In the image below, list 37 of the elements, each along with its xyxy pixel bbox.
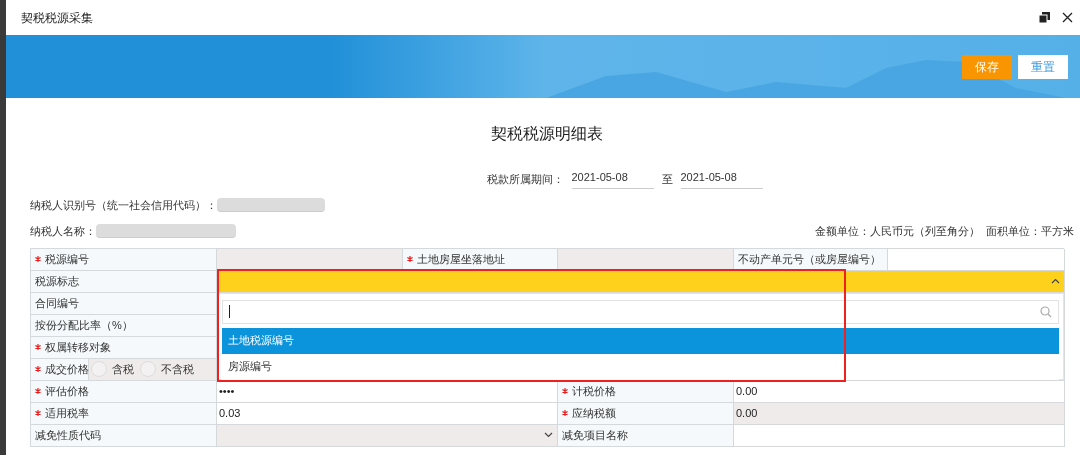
field-label: 适用税率 [31, 402, 217, 425]
restore-icon[interactable] [1039, 12, 1050, 23]
field-label: 权属转移对象 [31, 336, 217, 359]
field-label: 不动产单元号（或房屋编号） [734, 248, 888, 271]
table-cell: •••• [217, 380, 558, 403]
period-separator: 至 [661, 171, 673, 187]
select-field[interactable] [217, 270, 1065, 293]
form-title: 契税税源明细表 [490, 124, 604, 144]
radio-label: 含税 [112, 361, 134, 377]
field-label: 减免项目名称 [558, 424, 734, 447]
field-label: 税源编号 [31, 248, 217, 271]
units-note: 金额单位：人民币元（列至角分） 面积单位：平方米 [814, 224, 1074, 239]
close-icon[interactable] [1062, 12, 1073, 23]
field-label: 税源标志 [31, 270, 217, 293]
field-label: 评估价格 [31, 380, 217, 403]
field-label: 计税价格 [558, 380, 734, 403]
table-cell: 0.00 [734, 380, 1065, 403]
caret-up-icon [1051, 278, 1060, 284]
field-label: 应纳税额 [558, 402, 734, 425]
table-cell: 0.03 [217, 402, 558, 425]
date-field[interactable]: 2021-05-08 [571, 169, 654, 189]
date-field[interactable]: 2021-05-08 [680, 169, 763, 189]
table-cell: 0.00 [734, 402, 1065, 425]
period-label: 税款所属期间： [486, 171, 564, 187]
field-label: 合同编号 [31, 292, 217, 315]
caret-down-icon [544, 432, 553, 438]
field-label: 成交价格 [31, 358, 89, 380]
field-label: 土地房屋坐落地址 [403, 248, 558, 271]
radio-label: 不含税 [161, 361, 194, 377]
window-title: 契税税源采集 [21, 9, 93, 27]
taxpayer-name-label: 纳税人名称： [30, 224, 96, 239]
select-field[interactable] [217, 424, 558, 447]
taxpayer-id-label: 纳税人识别号（统一社会信用代码）： [30, 197, 217, 213]
field-label: 按份分配比率（%） [31, 314, 217, 337]
search-field[interactable] [222, 299, 1059, 324]
field-label: 减免性质代码 [31, 424, 217, 447]
search-icon [1040, 305, 1052, 318]
